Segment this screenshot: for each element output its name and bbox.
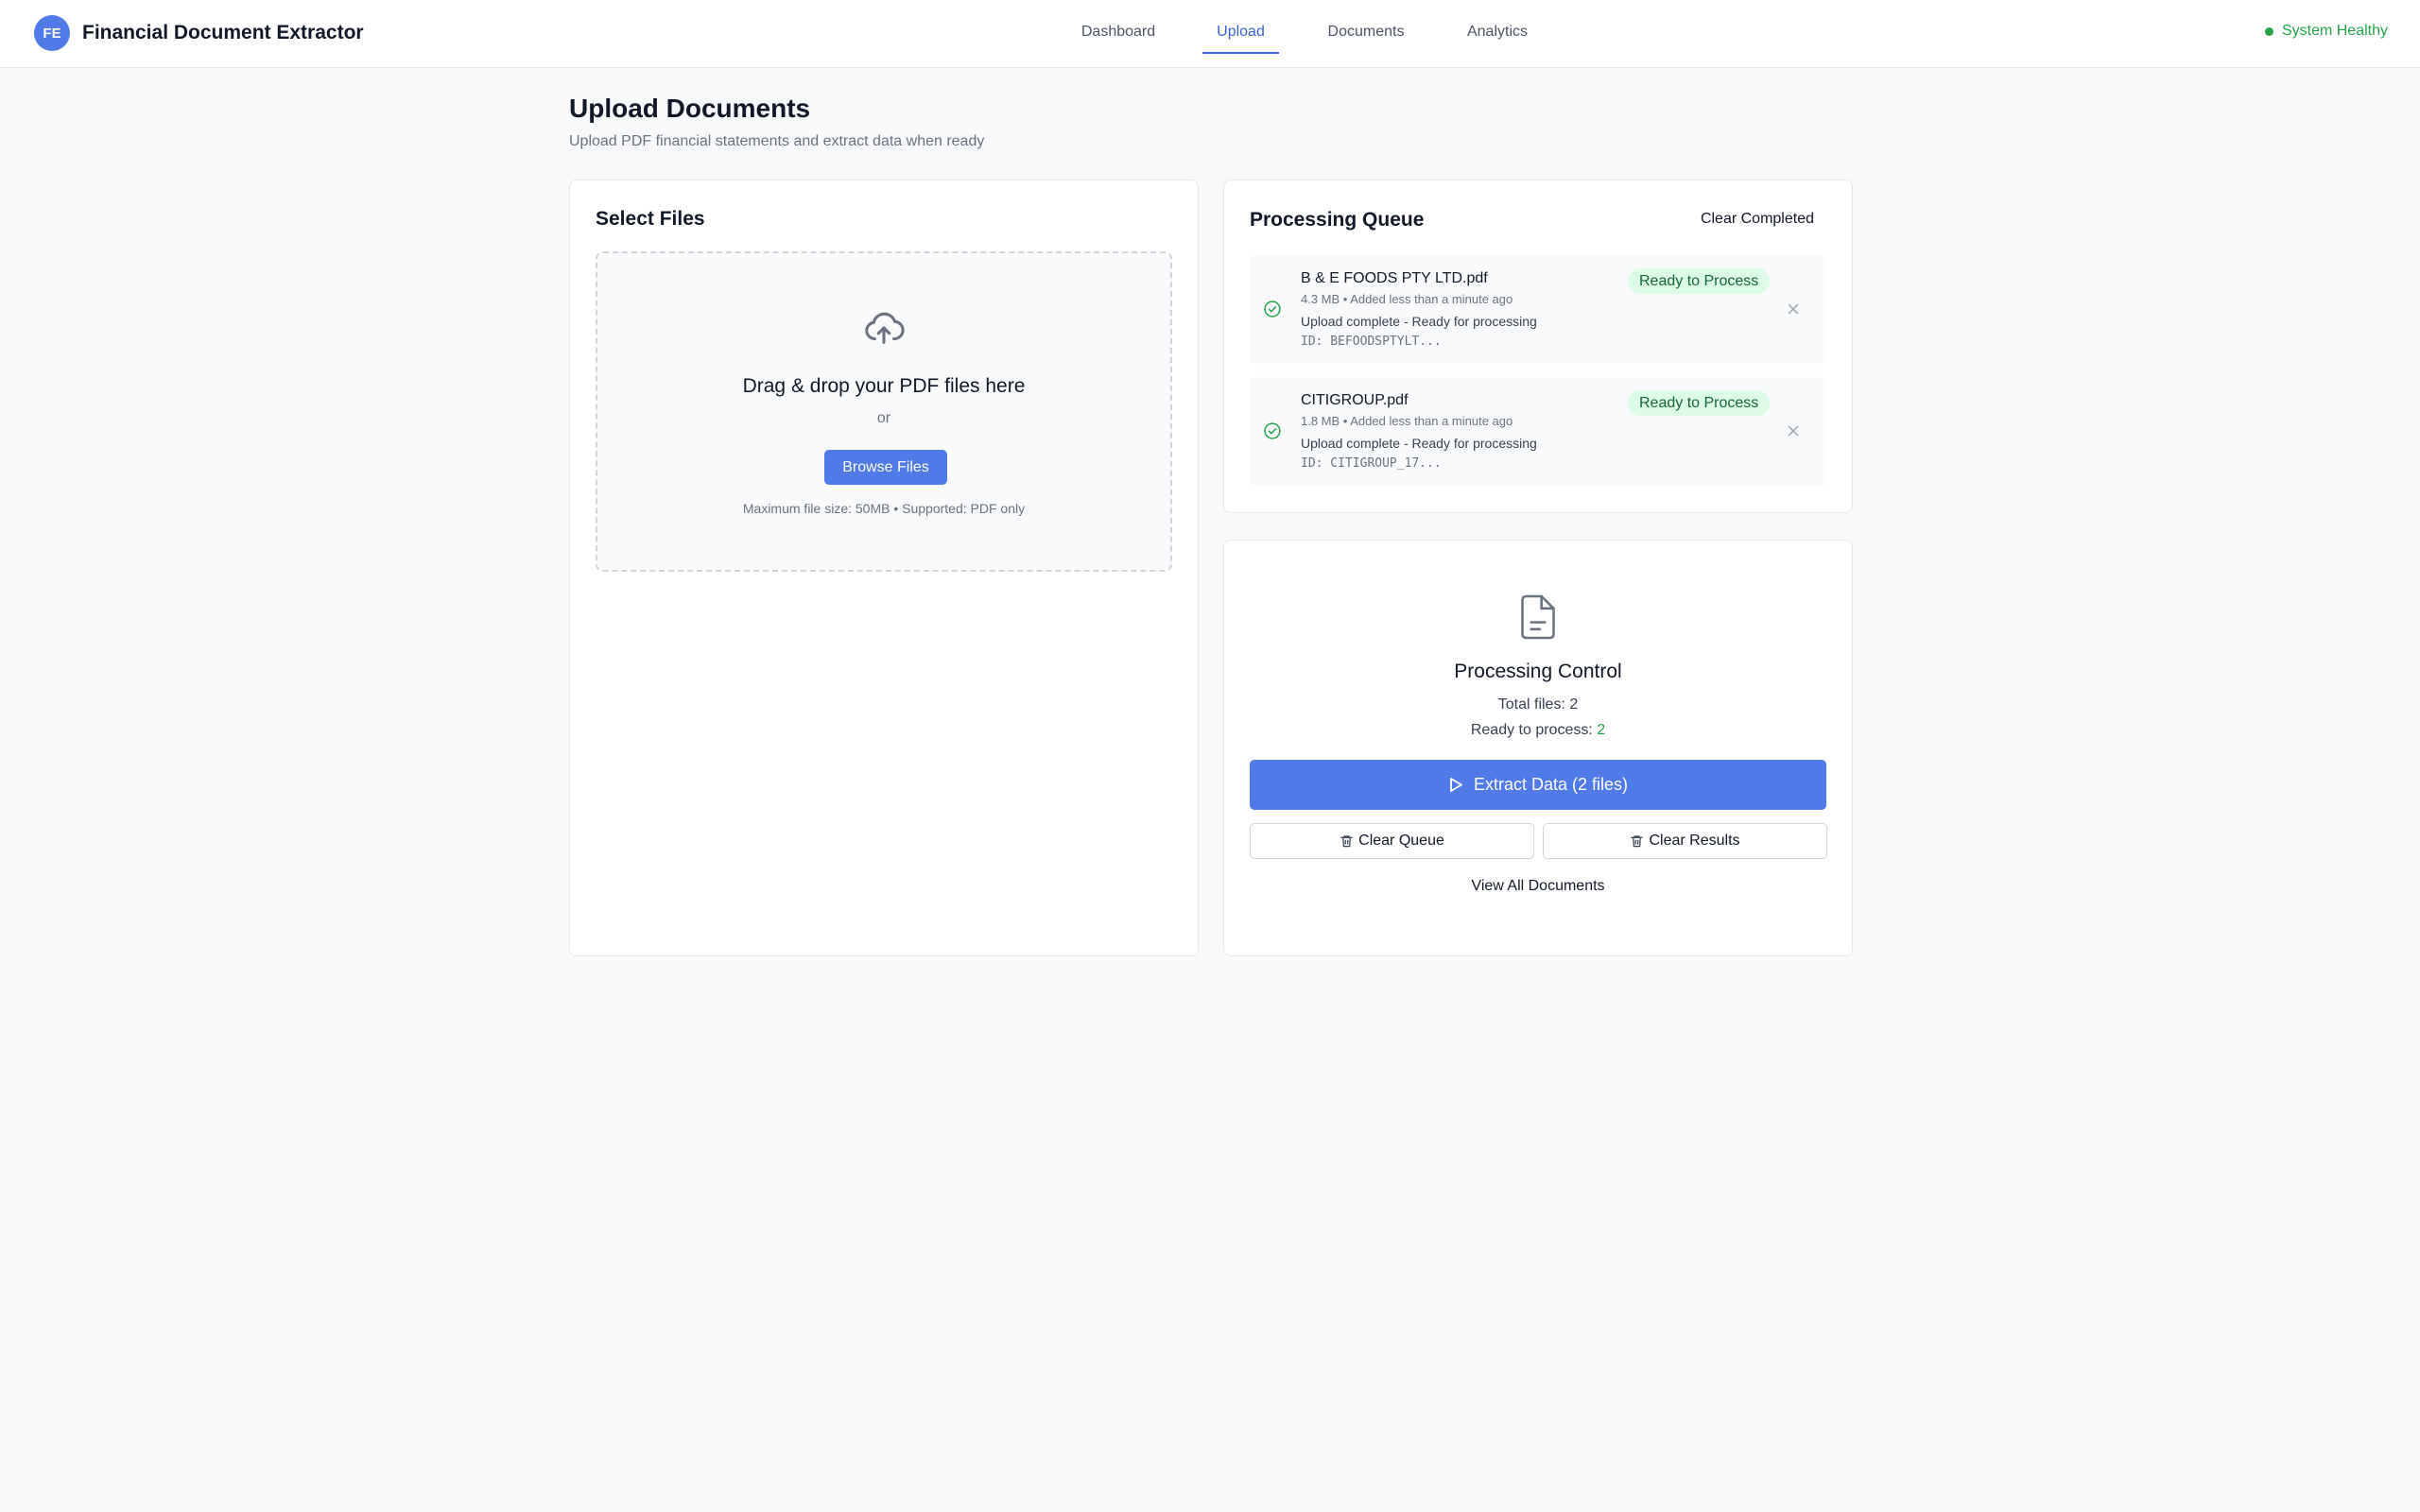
check-circle-icon [1264, 301, 1281, 318]
ready-value: 2 [1597, 722, 1606, 738]
document-icon [1521, 594, 1555, 640]
nav-upload[interactable]: Upload [1202, 0, 1279, 54]
select-files-title: Select Files [596, 208, 705, 230]
queue-item-meta: 4.3 MB • Added less than a minute ago [1301, 292, 1513, 306]
select-files-card: Select Files Drag & drop your PDF files … [569, 180, 1199, 956]
trash-icon [1631, 835, 1644, 848]
app-title: Financial Document Extractor [82, 22, 364, 43]
processing-control-card: Processing Control Total files: 2 Ready … [1223, 540, 1853, 956]
queue-item-status: Upload complete - Ready for processing [1301, 436, 1537, 451]
app-header: FE Financial Document Extractor Dashboar… [0, 0, 2420, 68]
queue-item-id: ID: CITIGROUP_17... [1301, 456, 1442, 471]
brand[interactable]: FE Financial Document Extractor [34, 15, 364, 51]
clear-completed-button[interactable]: Clear Completed [1701, 211, 1814, 228]
nav-dashboard[interactable]: Dashboard [1080, 0, 1157, 54]
clear-queue-label: Clear Queue [1358, 833, 1444, 849]
close-icon[interactable] [1785, 422, 1802, 439]
dropzone-title: Drag & drop your PDF files here [742, 375, 1026, 397]
browse-files-button[interactable]: Browse Files [824, 450, 947, 485]
check-circle-icon [1264, 422, 1281, 439]
trash-icon [1340, 835, 1353, 848]
total-files-label: Total files: [1497, 696, 1570, 713]
clear-results-label: Clear Results [1649, 833, 1740, 849]
status-badge: Ready to Process [1628, 390, 1771, 416]
total-files-value: 2 [1569, 696, 1579, 713]
extract-data-label: Extract Data (2 files) [1473, 775, 1629, 794]
control-title: Processing Control [1454, 661, 1622, 682]
ready-label: Ready to process: [1470, 722, 1598, 738]
ready-to-process: Ready to process: 2 [1224, 722, 1852, 739]
status-dot-icon [2264, 26, 2273, 36]
cloud-upload-icon [865, 312, 905, 344]
system-status: System Healthy [2264, 23, 2388, 40]
queue-item: B & E FOODS PTY LTD.pdf 4.3 MB • Added l… [1250, 255, 1826, 364]
total-files: Total files: 2 [1224, 696, 1852, 713]
close-icon[interactable] [1785, 301, 1802, 318]
queue-item-meta: 1.8 MB • Added less than a minute ago [1301, 414, 1513, 428]
queue-item-id: ID: BEFOODSPTYLT... [1301, 335, 1442, 349]
nav-analytics[interactable]: Analytics [1463, 0, 1531, 54]
status-badge: Ready to Process [1628, 268, 1771, 294]
queue-item-status: Upload complete - Ready for processing [1301, 314, 1537, 329]
extract-data-button[interactable]: Extract Data (2 files) [1250, 760, 1826, 810]
queue-item-name: B & E FOODS PTY LTD.pdf [1301, 270, 1488, 286]
file-dropzone[interactable]: Drag & drop your PDF files here or Brows… [596, 251, 1172, 572]
clear-results-button[interactable]: Clear Results [1543, 823, 1827, 859]
queue-item: CITIGROUP.pdf 1.8 MB • Added less than a… [1250, 377, 1826, 486]
page-title: Upload Documents [569, 94, 811, 123]
app-logo: FE [34, 15, 70, 51]
play-icon [1450, 778, 1462, 792]
nav-documents[interactable]: Documents [1323, 0, 1409, 54]
page-subtitle: Upload PDF financial statements and extr… [569, 133, 985, 149]
system-status-label: System Healthy [2281, 23, 2388, 39]
queue-title: Processing Queue [1250, 209, 1425, 231]
view-all-documents-link[interactable]: View All Documents [1224, 878, 1852, 895]
processing-queue-card: Processing Queue Clear Completed B & E F… [1223, 180, 1853, 513]
queue-item-name: CITIGROUP.pdf [1301, 392, 1409, 408]
dropzone-hint: Maximum file size: 50MB • Supported: PDF… [742, 501, 1026, 516]
dropzone-or: or [876, 410, 891, 426]
clear-queue-button[interactable]: Clear Queue [1250, 823, 1534, 859]
